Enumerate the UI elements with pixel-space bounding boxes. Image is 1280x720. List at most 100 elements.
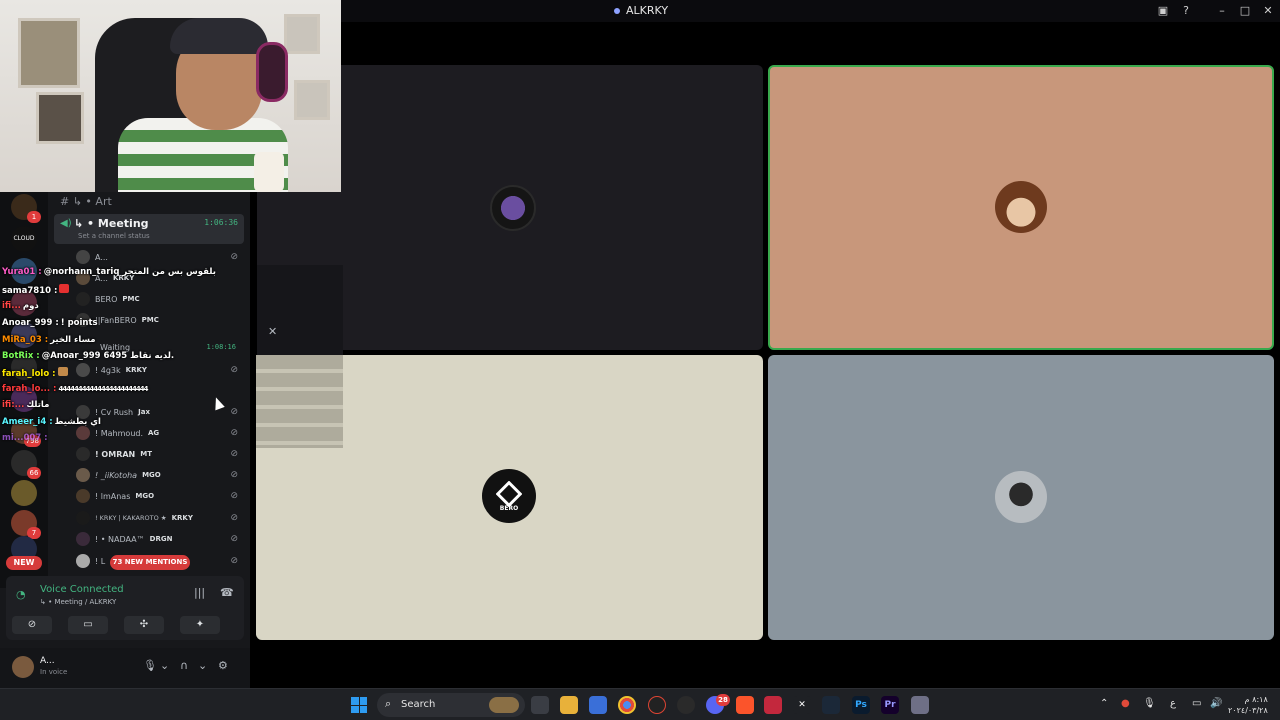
chat-user: BotRix : [2,351,40,361]
stream-chat-overlay: Yura01 : @norhann_tariq بلقوس بس من المتج… [0,266,250,446]
member-tag: MGO [142,471,161,479]
store-icon[interactable] [589,696,607,714]
deafen-icon: ⊘ [230,470,238,480]
capcut-icon[interactable]: ✕ [793,696,811,714]
steam-icon[interactable] [822,696,840,714]
voice-location[interactable]: ↳ • Meeting / ALKRKY [40,598,116,606]
headphones-icon[interactable]: ∩ [180,659,188,672]
channel-art[interactable]: # ↳ • Art [60,195,112,208]
deafen-icon: ⊘ [230,449,238,459]
brave-icon[interactable] [736,696,754,714]
chat-text: @norhann_tariq بلقوس بس من المتجر [43,267,216,277]
new-servers-pill[interactable]: NEW [6,556,42,570]
voice-member[interactable]: ! _iiKotoha MGO ⊘ [76,466,242,484]
search-icon: ⌕ [385,697,392,710]
chat-message: farah_lolo : [2,367,68,381]
server-icon-1[interactable]: 1 [11,194,41,223]
chat-text: @Anoar_999 لديه نقاط 6495. [41,351,175,361]
chrome-icon[interactable] [618,696,636,714]
participant-avatar-4 [995,471,1047,523]
deafen-icon: ⊘ [230,513,238,523]
avatar [76,250,90,264]
maximize-button[interactable]: □ [1237,3,1253,19]
soundboard-button[interactable]: ✦ [180,616,220,634]
close-button[interactable]: ✕ [1260,3,1276,19]
help-icon[interactable]: ? [1178,3,1194,19]
tray-overflow-icon[interactable]: ⌃ [1100,698,1108,709]
voice-location-text: Meeting / ALKRKY [54,598,117,606]
voice-member[interactable]: A... ⊘ [76,248,242,266]
avatar [76,447,90,461]
gear-icon[interactable]: ⚙ [218,659,228,672]
activities-button[interactable]: ✣ [124,616,164,634]
avatar[interactable] [12,656,34,678]
minimize-button[interactable]: – [1214,3,1230,19]
microphone-icon[interactable]: 🎙 [1143,698,1156,709]
chat-message: ifi... دوم [2,301,39,315]
discord-icon[interactable]: 28 [706,694,730,714]
voice-member[interactable]: ! KRKY | KAKAROTO ★ KRKY ⊘ [76,509,242,527]
chat-message: sama7810 : [2,284,70,298]
volume-icon[interactable]: 🔊 [1210,698,1222,709]
chevron-down-icon[interactable]: ⌄ [160,659,169,672]
chat-text: ماتلك [26,400,50,410]
window-title: ALKRKY [614,4,668,17]
premiere-icon[interactable]: Pr [881,696,899,714]
server-icon-10[interactable]: 7 [11,510,41,539]
record-app-icon[interactable] [648,696,666,714]
voice-member[interactable]: ! OMRAN MT ⊘ [76,445,242,463]
start-button[interactable] [351,697,367,713]
microphone-icon[interactable]: 🎙 [143,659,157,672]
channel-art-label: Art [95,195,112,208]
new-mentions-pill[interactable]: 73 NEW MENTIONS [110,555,190,570]
screen-share-button[interactable]: ▭ [68,616,108,634]
deafen-icon: ⊘ [230,252,238,262]
server-icon-8[interactable]: 66 [11,450,41,479]
avatar [76,489,90,503]
deafen-icon: ⊘ [230,534,238,544]
screen-share-icon[interactable]: ▣ [1155,3,1171,19]
wall-plaque [36,92,84,144]
chevron-down-icon[interactable]: ⌄ [198,659,207,672]
settings-app-icon[interactable] [677,696,695,714]
voice-status[interactable]: Voice Connected [40,584,124,595]
clock[interactable]: ٨:١٨ م ٢٠٢٤/٠٣/٢٨ [1228,694,1268,716]
disconnect-icon[interactable]: ☎ [220,586,234,599]
server-icon-cloud[interactable]: CLOUD [11,226,37,252]
app-icon[interactable] [764,696,782,714]
emote-icon [59,284,70,293]
photoshop-icon[interactable]: Ps [852,696,870,714]
avatar [76,511,90,525]
member-name: ! OMRAN [95,449,136,459]
camera-off-button[interactable]: ⊘ [12,616,52,634]
video-tile-2-speaking[interactable] [768,65,1274,350]
member-tag: DRGN [149,535,173,543]
voice-member[interactable]: ! • NADAA™ DRGN ⊘ [76,530,242,548]
chat-user: farah_lolo : [2,369,56,379]
app-icon[interactable] [911,696,929,714]
voice-connection-panel: ◔ Voice Connected ↳ • Meeting / ALKRKY |… [6,576,244,640]
taskbar-search[interactable]: ⌕ Search [377,693,525,717]
voice-member[interactable]: ! lmAnas MGO ⊘ [76,487,242,505]
member-name: ! lmAnas [95,491,131,501]
glitch-stripes [256,355,343,448]
channel-meeting-label: ↳ • Meeting [74,217,149,230]
task-view-icon[interactable] [531,696,549,714]
server-icon-9[interactable] [11,480,37,506]
chat-message: mi...007 : [2,433,50,447]
language-indicator[interactable]: ع [1170,698,1176,709]
video-grid: BERO ✕ [250,22,1280,688]
noise-suppression-icon[interactable]: ||| [194,586,205,599]
channel-status-input[interactable]: Set a channel status [78,232,150,240]
member-tag: KRKY [171,514,193,522]
member-tag: MGO [135,492,155,500]
member-tag: MT [140,450,152,458]
display-icon[interactable]: ▭ [1192,698,1201,709]
tray-app-icon[interactable]: ● [1121,698,1130,709]
chat-text: مساء الخير [50,335,96,345]
file-explorer-icon[interactable] [560,696,578,714]
channel-meeting[interactable]: ◀) ↳ • Meeting 1:06:36 Set a channel sta… [54,214,244,244]
chat-message: ifi:... ماتلك [2,400,49,414]
video-tile-4[interactable] [768,355,1274,640]
chat-message: Yura01 : @norhann_tariq بلقوس بس من المتج… [2,267,216,281]
